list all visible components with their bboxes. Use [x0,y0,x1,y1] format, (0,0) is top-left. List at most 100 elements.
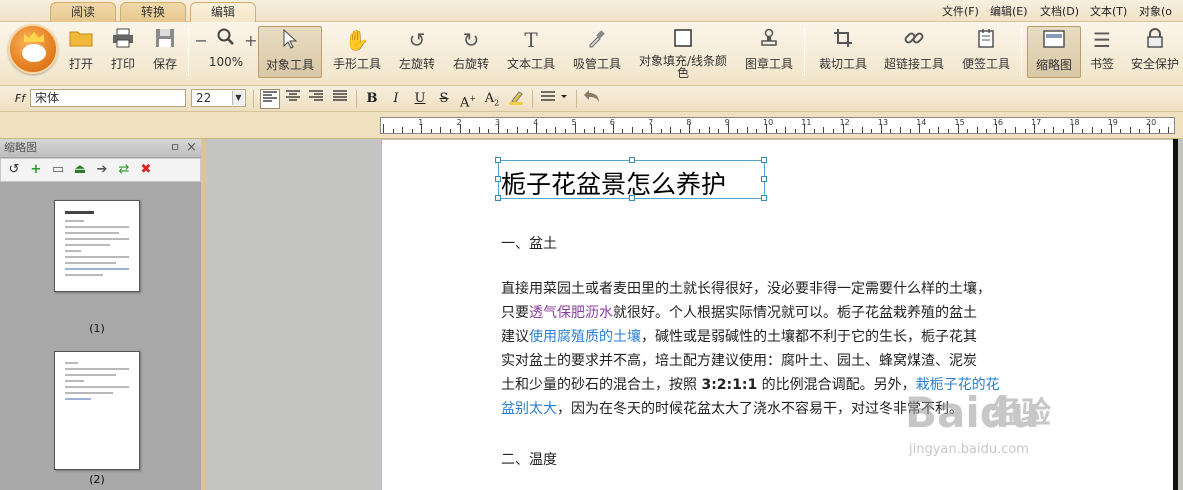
zoom-row: − + [194,28,258,52]
align-center-button[interactable] [283,89,303,109]
ruler-tick [469,129,471,133]
object-tool-button[interactable]: 对象工具 [258,26,322,78]
zoom-in-button[interactable]: + [244,31,257,50]
bookmark-button[interactable]: ☰ 书签 [1086,26,1118,78]
align-left-button[interactable] [260,89,280,109]
menu-edit[interactable]: 编辑(E) [990,3,1028,19]
lock-icon [1128,28,1182,52]
strikethrough-button[interactable]: S [434,89,454,109]
resize-handle[interactable] [761,195,767,201]
ruler-tick [450,129,452,133]
hyperlink-tool-button[interactable]: 超链接工具 [880,26,948,78]
chevron-down-icon[interactable]: ▼ [232,91,244,105]
subscript-label: A [484,91,495,106]
rotate-right-icon: ↻ [462,28,480,52]
pin-icon[interactable]: ㅁ [170,139,180,157]
ruler-tick [440,127,442,133]
stamp-tool-button[interactable]: 图章工具 [740,26,798,78]
save-button[interactable]: 保存 [148,26,182,78]
text-tool-button[interactable]: T 文本工具 [502,26,560,78]
bold-button[interactable]: B [362,89,382,109]
ruler-tick [488,129,490,133]
line-spacing-icon [541,91,567,101]
rotate-page-icon[interactable]: ↺ [5,162,23,178]
insert-page-icon[interactable]: + [27,162,45,178]
line-spacing-button[interactable] [538,89,572,109]
ruler-number: 9 [724,118,730,127]
horizontal-ruler[interactable]: 1 2 3 4 5 6 7 8 9 10 11 12 13 14 15 16 17 18 19 20 [380,117,1175,134]
extract-page-icon[interactable]: ⏏ [71,162,89,178]
menu-file[interactable]: 文件(F) [942,3,979,19]
ruler-tick [478,127,480,133]
superscript-button[interactable]: A+ [458,89,478,110]
ruler-tick [852,129,854,133]
tab-edit[interactable]: 编辑 [190,2,256,22]
ruler-number: 16 [992,118,1003,127]
note-tool-button[interactable]: 便签工具 [956,26,1016,78]
security-button[interactable]: 安全保护 [1128,26,1182,78]
save-label: 保存 [152,57,177,71]
hand-tool-button[interactable]: ✋ 手形工具 [328,26,386,78]
align-right-button[interactable] [306,89,326,109]
magnifier-icon[interactable] [217,28,235,53]
move-page-icon[interactable]: ➔ [93,162,111,178]
watermark-text: 经验 [991,396,1051,431]
stamp-tool-label: 图章工具 [744,57,793,71]
section-heading[interactable]: 二、温度 [501,449,557,469]
note-tool-label: 便签工具 [961,57,1010,71]
ruler-number: 3 [494,118,500,127]
font-family-select[interactable]: 宋体 [30,89,186,107]
eyedropper-label: 吸管工具 [572,57,621,71]
zoom-level[interactable]: 100% [209,55,243,69]
page-thumbnail-2[interactable] [54,351,140,470]
thumbnail-pane: 缩略图 ㅁ × ↺ + ▭ ⏏ ➔ ⇄ ✖ (1) (2) [0,139,201,490]
italic-button[interactable]: I [386,89,406,109]
app-logo[interactable] [8,24,58,74]
zoom-out-button[interactable]: − [195,31,208,50]
resize-handle[interactable] [761,176,767,182]
underline-button[interactable]: U [410,89,430,109]
menu-object[interactable]: 对象(o [1139,3,1172,19]
eyedropper-button[interactable]: 吸管工具 [566,26,628,78]
resize-handle[interactable] [495,157,501,163]
open-button[interactable]: 打开 [64,26,98,78]
font-size-select[interactable]: 22 ▼ [191,89,246,107]
crop-tool-button[interactable]: 裁切工具 [814,26,872,78]
separator [356,90,357,108]
inline-link[interactable]: 使用腐殖质的土壤 [529,329,641,345]
inline-link[interactable]: 透气保肥沥水 [529,305,613,321]
delete-page-icon[interactable]: ✖ [137,162,155,178]
tab-convert[interactable]: 转换 [120,2,186,22]
link-chain-icon [880,28,948,52]
ruler-tick [507,129,509,133]
section-heading[interactable]: 一、盆土 [501,233,557,253]
undo-button[interactable] [582,89,602,109]
document-title[interactable]: 栀子花盆景怎么养护 [501,165,726,201]
ratio-text: 3:2:1:1 [701,377,758,393]
replace-page-icon[interactable]: ⇄ [115,162,133,178]
ruler-number: 2 [456,118,462,127]
ruler-tick [775,129,777,133]
menu-text[interactable]: 文本(T) [1090,3,1127,19]
highlight-button[interactable] [506,89,526,109]
subscript-button[interactable]: A2 [482,89,502,109]
object-fill-label-2: 色 [676,66,689,80]
print-button[interactable]: 打印 [106,26,140,78]
thumbnail-toggle-button[interactable]: 缩略图 [1027,26,1081,78]
menu-document[interactable]: 文档(D) [1040,3,1079,19]
object-fill-button[interactable]: 对象填充/线条颜 色 [634,26,732,80]
ruler-tick [660,129,662,133]
inline-link[interactable]: 盆别太大 [501,401,557,417]
resize-handle[interactable] [761,157,767,163]
rotate-left-button[interactable]: ↺ 左旋转 [392,26,442,78]
align-justify-button[interactable] [330,89,350,109]
tab-read[interactable]: 阅读 [50,2,116,22]
page-thumbnail-1[interactable] [54,200,140,292]
ruler-tick [900,127,902,133]
insert-blank-page-icon[interactable]: ▭ [49,162,67,178]
ruler-tick [986,129,988,133]
rotate-right-label: 右旋转 [452,57,489,71]
rotate-right-button[interactable]: ↻ 右旋转 [446,26,496,78]
resize-handle[interactable] [629,157,635,163]
close-icon[interactable]: × [186,139,197,157]
